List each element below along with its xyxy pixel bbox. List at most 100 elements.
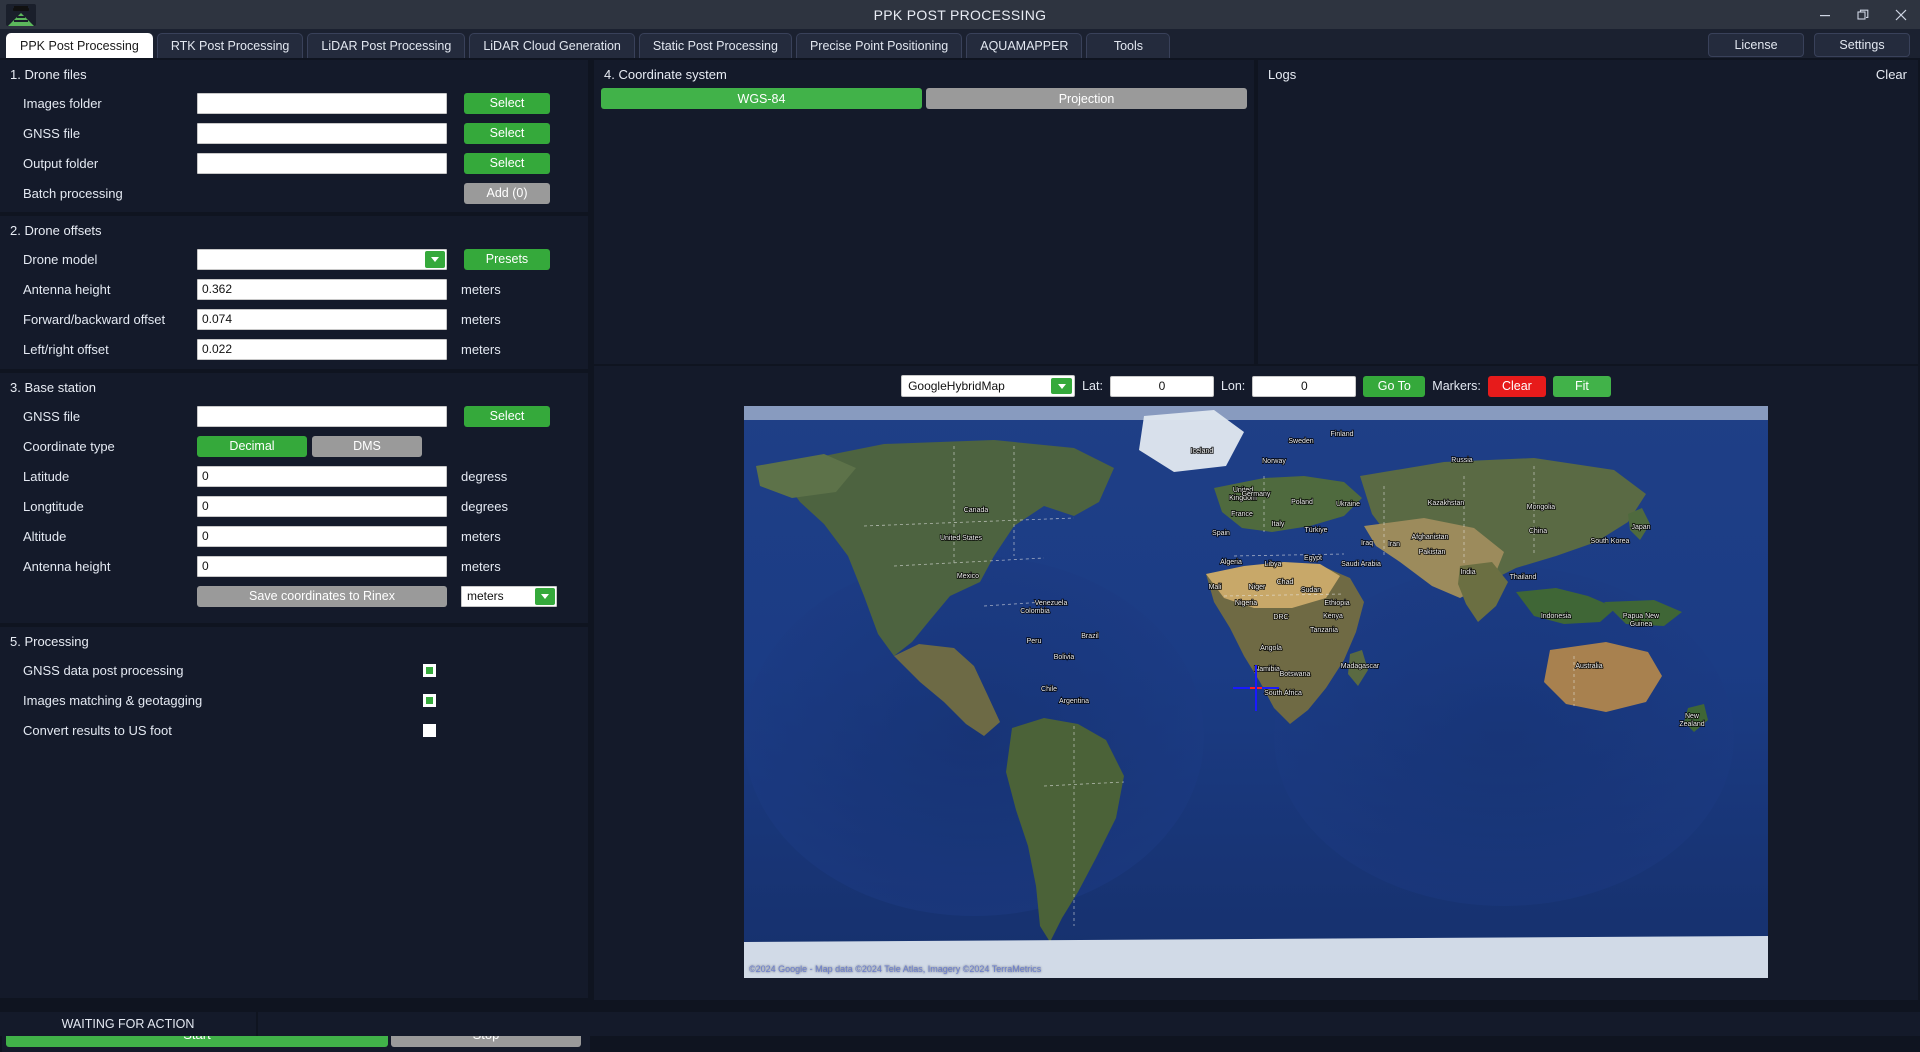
svg-text:Thailand: Thailand [1510,574,1537,581]
processing-item-row: GNSS data post processing [0,655,588,685]
map-markers-clear-button[interactable]: Clear [1487,375,1546,397]
batch-add-button[interactable]: Add (0) [464,182,550,204]
gnss-post-processing-label: GNSS data post processing [23,662,184,678]
base-antenna-height-input[interactable]: 0 [197,555,447,577]
license-label: License [1734,38,1778,52]
svg-text:Germany: Germany [1242,491,1271,498]
svg-text:Algeria: Algeria [1220,559,1242,566]
gnss-file-label: GNSS file [23,125,81,141]
images-folder-label: Images folder [23,95,102,111]
map-provider-value: GoogleHybridMap [908,379,1005,393]
gnss-post-processing-checkbox[interactable] [423,663,436,677]
left-right-offset-input[interactable]: 0.022 [197,338,447,360]
svg-text:Mali: Mali [1209,584,1222,591]
coordinate-type-dms-button[interactable]: DMS [312,435,422,457]
status-message: WAITING FOR ACTION [0,1012,258,1036]
base-gnss-select-button[interactable]: Select [464,405,550,427]
images-matching-geotagging-checkbox[interactable] [423,693,436,707]
chevron-down-icon[interactable] [1051,378,1073,394]
gnss-file-input[interactable] [197,122,447,144]
chevron-down-icon[interactable] [425,250,445,268]
wgs84-button[interactable]: WGS-84 [601,88,922,109]
svg-text:Saudi Arabia: Saudi Arabia [1341,561,1381,568]
svg-text:Indonesia: Indonesia [1541,613,1571,620]
tab-aquamapper[interactable]: AQUAMAPPER [966,33,1083,58]
longtitude-input[interactable]: 0 [197,495,447,517]
svg-text:Peru: Peru [1027,638,1042,645]
latitude-input[interactable]: 0 [197,465,447,487]
tab-precise-point-positioning[interactable]: Precise Point Positioning [795,33,963,58]
projection-button[interactable]: Projection [926,88,1247,109]
convert-us-foot-checkbox[interactable] [423,723,436,737]
left-right-offset-unit: meters [461,341,501,357]
presets-button[interactable]: Presets [464,248,550,270]
map-attribution: ©2024 Google - Map data ©2024 Tele Atlas… [749,964,1042,974]
svg-text:Türkiye: Türkiye [1305,527,1328,534]
logs-clear-button[interactable]: Clear [1876,67,1907,82]
restore-icon[interactable] [1844,0,1882,29]
images-folder-select-button[interactable]: Select [464,92,550,114]
svg-text:Ethiopia: Ethiopia [1324,600,1349,607]
license-button[interactable]: License [1708,33,1804,57]
coordinate-type-label: Coordinate type [23,438,115,454]
forward-backward-offset-row: Forward/backward offset 0.074 meters [0,304,588,334]
status-bar-filler [258,1012,1920,1036]
tab-lidar-post-processing[interactable]: LiDAR Post Processing [307,33,466,58]
svg-text:Italy: Italy [1272,521,1285,528]
map-view[interactable]: Iceland Sweden Finland Norway Russia Can… [744,406,1768,978]
svg-text:Angola: Angola [1260,645,1282,652]
tab-rtk-post-processing[interactable]: RTK Post Processing [156,33,304,58]
tab-tools[interactable]: Tools [1086,33,1171,58]
svg-text:Bolivia: Bolivia [1054,654,1075,661]
map-provider-combo[interactable]: GoogleHybridMap [901,375,1076,397]
output-folder-input[interactable] [197,152,447,174]
logs-panel: Logs Clear [1258,60,1918,364]
svg-text:Iceland: Iceland [1191,448,1214,455]
svg-text:Papua New: Papua New [1623,613,1660,620]
tab-static-post-processing[interactable]: Static Post Processing [638,33,792,58]
logs-output[interactable] [1262,88,1914,340]
altitude-input[interactable]: 0 [197,525,447,547]
svg-text:New: New [1685,713,1700,720]
settings-button[interactable]: Settings [1814,33,1910,57]
forward-backward-offset-input[interactable]: 0.074 [197,308,447,330]
drone-model-combo[interactable] [197,248,447,270]
svg-text:Iran: Iran [1388,541,1400,548]
window-title: PPK POST PROCESSING [873,6,1047,23]
coordinate-type-row: Coordinate type Decimal DMS [0,431,588,461]
base-gnss-file-input[interactable] [197,405,447,427]
map-goto-button[interactable]: Go To [1363,375,1426,397]
app-icon [6,3,36,26]
map-toolbar: GoogleHybridMap Lat: 0 Lon: 0 Go To Mark… [594,366,1918,400]
svg-text:Japan: Japan [1631,524,1650,531]
units-combo[interactable]: meters [461,585,557,607]
map-lat-input[interactable]: 0 [1109,375,1214,397]
gnss-file-select-button[interactable]: Select [464,122,550,144]
gnss-file-row: GNSS file Select [0,118,588,148]
tab-label: Tools [1113,39,1144,53]
output-folder-select-button[interactable]: Select [464,152,550,174]
images-folder-input[interactable] [197,92,447,114]
minimize-icon[interactable] [1806,0,1844,29]
batch-processing-row: Batch processing Add (0) [0,178,588,208]
antenna-height-input[interactable]: 0.362 [197,278,447,300]
svg-text:France: France [1231,511,1253,518]
tab-lidar-cloud-generation[interactable]: LiDAR Cloud Generation [469,33,635,58]
map-fit-button[interactable]: Fit [1552,375,1611,397]
coordinate-type-decimal-button[interactable]: Decimal [197,435,307,457]
map-lon-input[interactable]: 0 [1252,375,1357,397]
tab-ppk-post-processing[interactable]: PPK Post Processing [6,33,153,58]
longtitude-row: Longtitude 0 degrees [0,491,588,521]
svg-text:China: China [1529,528,1547,535]
status-bar: WAITING FOR ACTION [0,1010,1920,1036]
svg-text:Namibia: Namibia [1254,666,1280,673]
map-lat-label: Lat: [1082,379,1103,393]
forward-backward-offset-unit: meters [461,311,501,327]
chevron-down-icon[interactable] [535,587,555,605]
antenna-height-label: Antenna height [23,281,111,297]
longtitude-unit: degrees [461,498,508,514]
close-icon[interactable] [1882,0,1920,29]
save-coordinates-to-rinex-button[interactable]: Save coordinates to Rinex [197,585,447,607]
altitude-unit: meters [461,528,501,544]
svg-text:Tanzania: Tanzania [1310,627,1338,634]
